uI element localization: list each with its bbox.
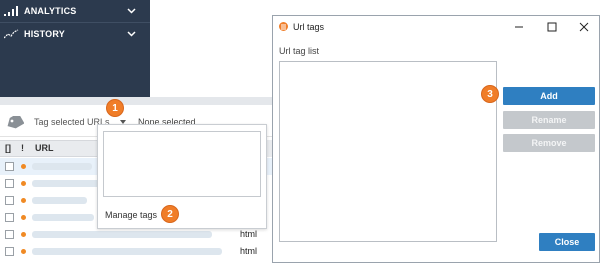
close-icon[interactable] bbox=[576, 19, 592, 35]
table-row[interactable]: html bbox=[0, 243, 272, 260]
sidebar-item-label: ANALYTICS bbox=[24, 6, 77, 16]
url-cell[interactable] bbox=[32, 248, 222, 255]
row-checkbox[interactable] bbox=[5, 179, 14, 188]
status-dot-icon bbox=[21, 232, 26, 237]
step-badge-2: 2 bbox=[161, 205, 179, 223]
status-dot-icon bbox=[21, 198, 26, 203]
row-checkbox[interactable] bbox=[5, 162, 14, 171]
section-separator bbox=[0, 97, 272, 105]
column-header-flag[interactable]: ! bbox=[21, 143, 24, 153]
content-background bbox=[150, 0, 272, 97]
close-button[interactable]: Close bbox=[539, 233, 595, 251]
tag-icon[interactable] bbox=[6, 112, 25, 130]
row-checkbox[interactable] bbox=[5, 247, 14, 256]
step-badge-3: 3 bbox=[481, 85, 499, 103]
url-tag-list[interactable] bbox=[279, 61, 497, 242]
sidebar-item-label: HISTORY bbox=[24, 29, 65, 39]
maximize-icon[interactable] bbox=[544, 19, 560, 35]
step-badge-1: 1 bbox=[106, 99, 124, 117]
url-cell[interactable] bbox=[32, 231, 212, 238]
tag-dropdown: Manage tags bbox=[97, 124, 267, 229]
row-checkbox[interactable] bbox=[5, 213, 14, 222]
column-header-select[interactable]: [] bbox=[5, 143, 11, 153]
status-dot-icon bbox=[21, 215, 26, 220]
rename-button[interactable]: Rename bbox=[503, 111, 595, 129]
url-cell[interactable] bbox=[32, 163, 92, 170]
type-cell: html bbox=[240, 246, 258, 256]
line-chart-icon bbox=[4, 28, 20, 40]
column-header-url[interactable]: URL bbox=[35, 143, 54, 153]
url-cell[interactable] bbox=[32, 197, 87, 204]
url-tags-dialog: Url tags Url tag list Add Rename Remove … bbox=[272, 15, 600, 263]
sidebar-item-analytics[interactable]: ANALYTICS bbox=[0, 0, 150, 22]
sidebar-item-history[interactable]: HISTORY bbox=[0, 23, 150, 45]
sidebar: ANALYTICS HISTORY bbox=[0, 0, 150, 97]
chevron-down-icon[interactable] bbox=[124, 29, 138, 39]
tag-listbox[interactable] bbox=[103, 131, 261, 197]
status-dot-icon bbox=[21, 181, 26, 186]
app-logo-icon bbox=[279, 22, 288, 31]
manage-tags-link[interactable]: Manage tags bbox=[105, 210, 157, 220]
type-cell: html bbox=[240, 229, 258, 239]
row-checkbox[interactable] bbox=[5, 230, 14, 239]
dialog-title: Url tags bbox=[293, 22, 325, 32]
bar-chart-icon bbox=[4, 5, 20, 17]
minimize-icon[interactable] bbox=[511, 19, 527, 35]
url-tag-list-label: Url tag list bbox=[279, 46, 320, 56]
url-cell[interactable] bbox=[32, 180, 102, 187]
remove-button[interactable]: Remove bbox=[503, 134, 595, 152]
status-dot-icon bbox=[21, 249, 26, 254]
add-button[interactable]: Add bbox=[503, 87, 595, 105]
chevron-down-icon[interactable] bbox=[124, 6, 138, 16]
status-dot-icon bbox=[21, 164, 26, 169]
row-checkbox[interactable] bbox=[5, 196, 14, 205]
url-cell[interactable] bbox=[32, 214, 94, 221]
